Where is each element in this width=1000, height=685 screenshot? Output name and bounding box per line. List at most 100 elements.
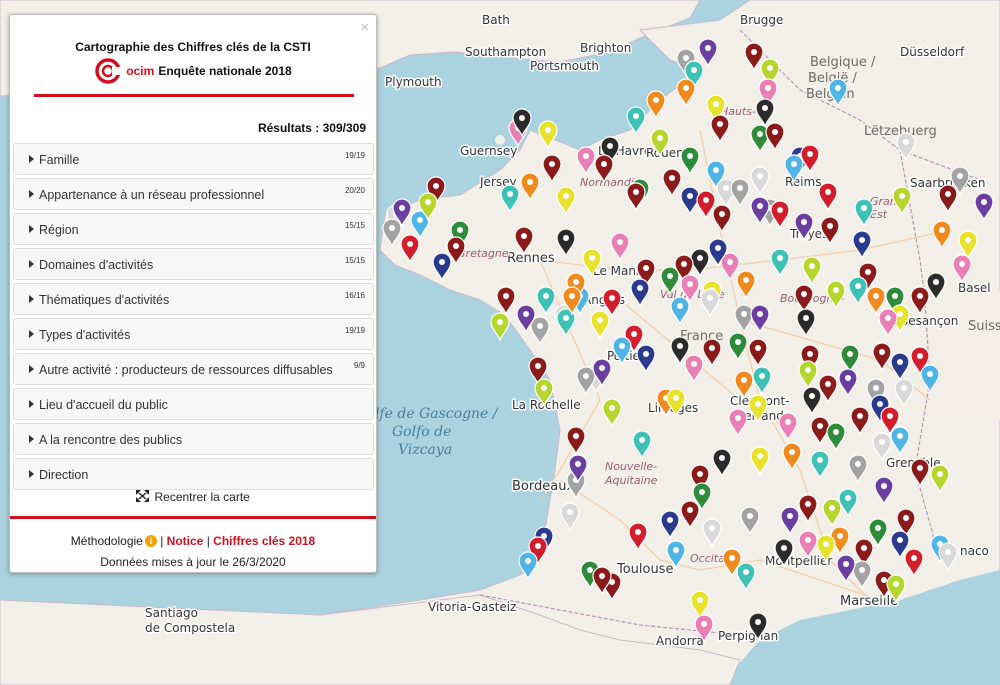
- map-marker-dot: [433, 183, 439, 189]
- filter-label: Autre activité : producteurs de ressourc…: [39, 363, 333, 377]
- map-marker-dot: [765, 85, 771, 91]
- info-icon[interactable]: i: [144, 535, 157, 547]
- filter-count: 20/20: [344, 186, 365, 195]
- logo-text: ocim: [126, 64, 155, 78]
- map-marker-dot: [541, 385, 547, 391]
- results-count: Résultats : 309/309: [257, 121, 366, 135]
- filter-label: Lieu d'accueil du public: [39, 398, 168, 412]
- map-marker-dot: [917, 293, 923, 299]
- map-marker-dot: [981, 199, 987, 205]
- map-marker-dot: [873, 293, 879, 299]
- map-marker-dot: [389, 225, 395, 231]
- filter-thematiques[interactable]: Thématiques d'activités 16/16: [13, 283, 374, 315]
- filter-famille[interactable]: Famille 19/19: [13, 143, 374, 175]
- map-marker-dot: [407, 241, 413, 247]
- map-marker-dot: [903, 515, 909, 521]
- map-marker-dot: [865, 269, 871, 275]
- map-marker-dot: [777, 207, 783, 213]
- map-marker-dot: [845, 375, 851, 381]
- map-marker-dot: [601, 161, 607, 167]
- svg-text:Rennes: Rennes: [507, 251, 555, 266]
- last-updated: Données mises à jour le 26/3/2020: [100, 555, 286, 569]
- map-marker-dot: [569, 293, 575, 299]
- map-marker-dot: [807, 351, 813, 357]
- map-marker-dot: [737, 185, 743, 191]
- map-marker-dot: [897, 311, 903, 317]
- separator: |: [206, 534, 210, 548]
- map-marker-dot: [957, 173, 963, 179]
- filter-lieu-accueil[interactable]: Lieu d'accueil du public: [13, 388, 374, 420]
- filter-label: Thématiques d'activités: [39, 293, 170, 307]
- map-marker-dot: [945, 191, 951, 197]
- map-marker-dot: [527, 179, 533, 185]
- map-marker-dot: [691, 67, 697, 73]
- notice-link[interactable]: Notice: [167, 534, 204, 548]
- recenter-map-button[interactable]: Recentrer la carte: [10, 490, 376, 504]
- map-marker-dot: [937, 471, 943, 477]
- map-marker-dot: [927, 371, 933, 377]
- map-marker-dot: [633, 189, 639, 195]
- map-marker-dot: [767, 65, 773, 71]
- map-marker-dot: [757, 131, 763, 137]
- svg-text:Portsmouth: Portsmouth: [530, 59, 599, 73]
- map-marker-dot: [833, 429, 839, 435]
- filter-types[interactable]: Types d'activités 19/19: [13, 318, 374, 350]
- map-marker-dot: [417, 217, 423, 223]
- map-marker-dot: [861, 545, 867, 551]
- filter-rencontre-publics[interactable]: A la rencontre des publics: [13, 423, 374, 455]
- map-marker-dot: [903, 139, 909, 145]
- map-marker-dot: [785, 419, 791, 425]
- filter-domaines[interactable]: Domaines d'activités 15/15: [13, 248, 374, 280]
- map-marker-dot: [715, 245, 721, 251]
- filter-count: 19/19: [344, 326, 365, 335]
- close-button[interactable]: ×: [360, 19, 369, 37]
- map-marker-dot: [801, 219, 807, 225]
- key-figures-link[interactable]: Chiffres clés 2018: [213, 534, 315, 548]
- map-marker-dot: [425, 199, 431, 205]
- map-marker-dot: [859, 237, 865, 243]
- filter-direction[interactable]: Direction: [13, 458, 374, 490]
- map-marker-dot: [859, 567, 865, 573]
- map-marker-dot: [945, 549, 951, 555]
- map-marker-dot: [667, 517, 673, 523]
- map-marker-dot: [757, 311, 763, 317]
- map-marker-dot: [899, 193, 905, 199]
- filter-region[interactable]: Région 15/15: [13, 213, 374, 245]
- map-marker-dot: [673, 547, 679, 553]
- methodology-link[interactable]: Méthodologie: [71, 534, 143, 548]
- map-marker-dot: [677, 343, 683, 349]
- map-marker-dot: [845, 495, 851, 501]
- map-marker-dot: [575, 461, 581, 467]
- map-marker-dot: [825, 381, 831, 387]
- map-marker-dot: [892, 293, 898, 299]
- map-marker-dot: [687, 153, 693, 159]
- map-marker-dot: [743, 569, 749, 575]
- map-marker-dot: [633, 113, 639, 119]
- caret-right-icon: [29, 400, 34, 408]
- filter-autre-activite[interactable]: Autre activité : producteurs de ressourc…: [13, 353, 374, 385]
- map-marker-dot: [843, 561, 849, 567]
- map-marker-dot: [762, 105, 768, 111]
- map-marker-dot: [683, 85, 689, 91]
- map-marker-dot: [911, 555, 917, 561]
- map-marker-dot: [861, 205, 867, 211]
- filter-label: Appartenance à un réseau professionnel: [39, 188, 265, 202]
- svg-text:Toulouse: Toulouse: [616, 562, 674, 577]
- map-marker-dot: [729, 555, 735, 561]
- map-marker-dot: [741, 311, 747, 317]
- filter-reseau[interactable]: Appartenance à un réseau professionnel 20…: [13, 178, 374, 210]
- map-marker-dot: [787, 513, 793, 519]
- svg-text:Bretagne: Bretagne: [458, 247, 509, 260]
- map-marker-dot: [747, 513, 753, 519]
- map-marker-dot: [519, 115, 525, 121]
- map-marker-dot: [587, 567, 593, 573]
- svg-text:Andorra: Andorra: [656, 634, 704, 648]
- footer-links: Méthodologie i | Notice | Chiffres clés 2…: [10, 534, 376, 548]
- map-marker-dot: [817, 423, 823, 429]
- map-marker-dot: [805, 501, 811, 507]
- filter-count: 15/15: [344, 221, 365, 230]
- map-marker-dot: [801, 291, 807, 297]
- map-marker-dot: [877, 401, 883, 407]
- svg-text:de Compostela: de Compostela: [145, 621, 235, 635]
- map-marker-dot: [637, 285, 643, 291]
